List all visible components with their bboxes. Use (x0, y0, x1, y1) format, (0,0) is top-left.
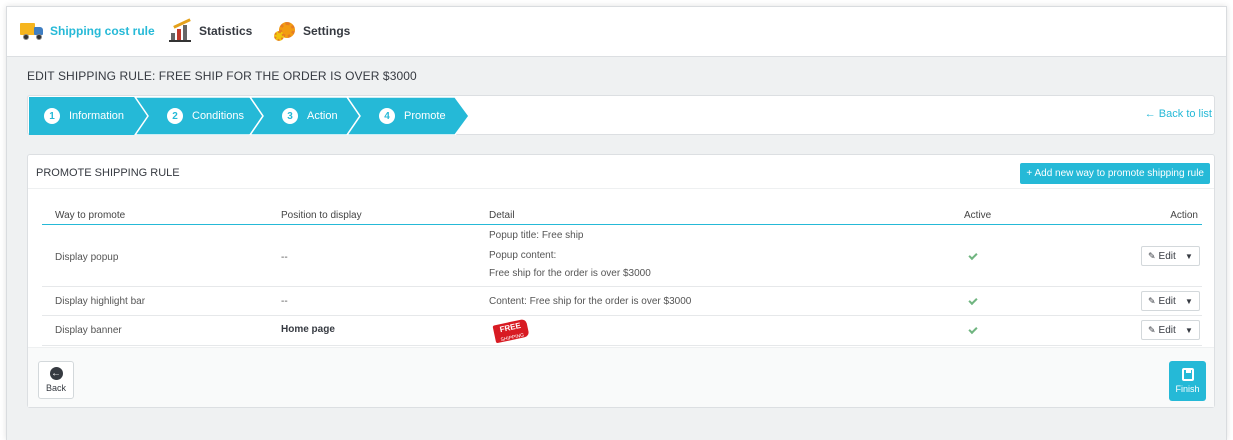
way-cell: Display banner (55, 325, 122, 336)
tab-label: Statistics (199, 24, 253, 38)
pencil-icon: ✎ (1148, 250, 1156, 261)
save-icon (1181, 368, 1194, 381)
table-row: Display banner Home page FREE SHIPPING ✎… (42, 316, 1202, 346)
pencil-icon: ✎ (1148, 324, 1156, 335)
panel-header: PROMOTE SHIPPING RULE + Add new way to p… (28, 155, 1214, 189)
step-number: 1 (44, 108, 60, 124)
wizard-step-conditions[interactable]: 2 Conditions (167, 97, 244, 135)
panel-footer: ← Back Finish (28, 347, 1214, 407)
tab-label: Shipping cost rule (50, 24, 155, 38)
column-header-way: Way to promote (55, 210, 126, 221)
wizard-step-information[interactable]: 1 Information (44, 97, 124, 135)
caret-down-icon[interactable]: ▼ (1179, 292, 1199, 310)
finish-label: Finish (1175, 384, 1200, 394)
page-title: EDIT SHIPPING RULE: FREE SHIP FOR THE OR… (27, 69, 417, 83)
wizard-panel: 1 Information 2 Conditions 3 Action 4 Pr… (27, 95, 1215, 135)
position-cell: -- (281, 252, 288, 263)
free-shipping-banner-image: FREE SHIPPING (492, 318, 530, 344)
detail-line: Content: Free ship for the order is over… (489, 296, 692, 307)
wizard-step-promote[interactable]: 4 Promote (379, 97, 446, 135)
add-promote-way-button[interactable]: + Add new way to promote shipping rule (1020, 163, 1210, 184)
wizard-step-action[interactable]: 3 Action (282, 97, 338, 135)
wizard-steps: 1 Information 2 Conditions 3 Action 4 Pr… (29, 97, 479, 135)
panel-title: PROMOTE SHIPPING RULE (36, 167, 180, 179)
edit-label: Edit (1158, 324, 1176, 336)
pencil-icon: ✎ (1148, 295, 1156, 306)
active-check-icon (968, 295, 978, 306)
back-button[interactable]: ← Back (38, 361, 74, 399)
step-label: Conditions (192, 110, 244, 122)
step-number: 3 (282, 108, 298, 124)
step-label: Information (69, 110, 125, 122)
detail-line: Free ship for the order is over $3000 (489, 268, 651, 279)
step-label: Action (307, 110, 338, 122)
active-check-icon (968, 250, 978, 261)
edit-label: Edit (1158, 250, 1176, 262)
edit-button[interactable]: ✎ Edit ▼ (1141, 320, 1200, 340)
caret-down-icon[interactable]: ▼ (1179, 247, 1199, 265)
way-cell: Display highlight bar (55, 296, 146, 307)
promote-panel: PROMOTE SHIPPING RULE + Add new way to p… (27, 154, 1215, 408)
arrow-left-icon: ← (49, 367, 63, 380)
active-check-icon (968, 324, 978, 335)
column-header-position: Position to display (281, 210, 362, 221)
way-cell: Display popup (55, 252, 119, 263)
tab-settings[interactable]: Settings (273, 20, 350, 42)
app-frame: Shipping cost rule Statistics Settings E… (6, 6, 1227, 440)
column-header-active: Active (964, 210, 992, 221)
detail-line: Popup title: Free ship (489, 230, 584, 241)
edit-label: Edit (1158, 295, 1176, 307)
step-number: 4 (379, 108, 395, 124)
edit-button[interactable]: ✎ Edit ▼ (1141, 291, 1200, 311)
truck-icon (20, 20, 44, 42)
chart-icon (169, 18, 193, 42)
edit-button[interactable]: ✎ Edit ▼ (1141, 246, 1200, 266)
tab-label: Settings (303, 24, 351, 38)
detail-line: Popup content: (489, 250, 557, 261)
step-label: Promote (404, 110, 446, 122)
gear-icon (273, 20, 297, 42)
column-header-action: Action (1170, 210, 1198, 221)
tab-shipping-cost-rule[interactable]: Shipping cost rule (20, 20, 155, 42)
finish-button[interactable]: Finish (1169, 361, 1206, 401)
step-number: 2 (167, 108, 183, 124)
position-cell: Home page (281, 324, 335, 335)
position-cell: -- (281, 296, 288, 307)
back-to-list-link[interactable]: ← Back to list (1145, 108, 1212, 120)
table-row: Display popup -- Popup title: Free ship … (42, 226, 1202, 287)
tab-statistics[interactable]: Statistics (169, 18, 253, 42)
table-row: Display highlight bar -- Content: Free s… (42, 287, 1202, 316)
caret-down-icon[interactable]: ▼ (1179, 321, 1199, 339)
back-label: Back (45, 383, 66, 393)
table-header: Way to promote Position to display Detai… (42, 205, 1202, 225)
top-navigation: Shipping cost rule Statistics Settings (7, 7, 1226, 57)
column-header-detail: Detail (489, 210, 515, 221)
